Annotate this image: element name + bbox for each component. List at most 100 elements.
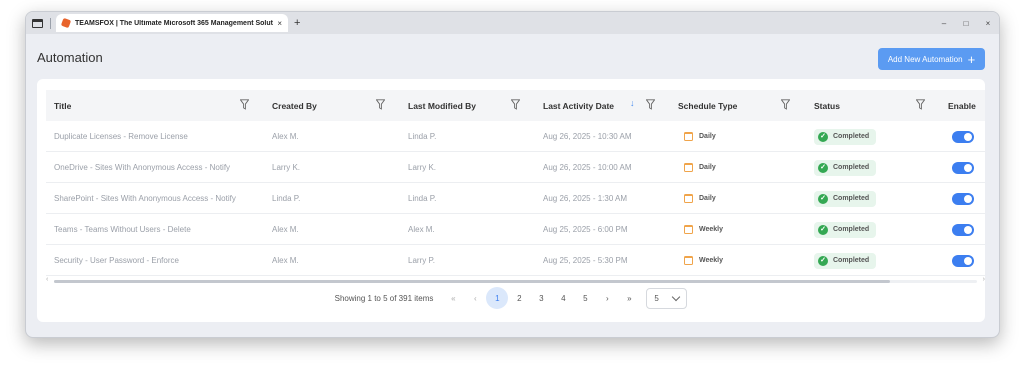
column-header-enable[interactable]: Enable: [948, 90, 976, 121]
filter-icon-schedule-type[interactable]: [781, 99, 790, 110]
table-header: Title Created By Last Modified By Last A…: [46, 90, 985, 121]
calendar-icon: [684, 225, 693, 234]
table-row[interactable]: OneDrive - Sites With Anonymous Access -…: [46, 152, 985, 183]
filter-icon-last-activity-date[interactable]: [646, 99, 655, 110]
calendar-icon: [684, 132, 693, 141]
add-button-label: Add New Automation: [887, 54, 963, 64]
calendar-icon: [684, 163, 693, 172]
cell-schedule: Daily: [684, 121, 716, 152]
schedule-label: Daily: [699, 133, 716, 140]
schedule-label: Weekly: [699, 257, 723, 264]
check-circle-icon: ✓: [818, 255, 828, 266]
filter-icon-status[interactable]: [916, 99, 925, 110]
check-circle-icon: ✓: [818, 224, 828, 235]
column-label: Enable: [948, 100, 976, 111]
calendar-icon: [684, 256, 693, 265]
column-label: Created By: [272, 100, 317, 111]
table-row[interactable]: Duplicate Licenses - Remove License Alex…: [46, 121, 985, 152]
cell-title: SharePoint - Sites With Anonymous Access…: [54, 194, 236, 203]
cell-title: Security - User Password - Enforce: [54, 256, 179, 265]
status-label: Completed: [833, 226, 870, 233]
scrollbar-thumb[interactable]: [54, 280, 890, 283]
cell-created-by: Larry K.: [272, 163, 301, 172]
cell-last-activity: Aug 25, 2025 - 6:00 PM: [543, 225, 628, 234]
scroll-left-icon[interactable]: ‹: [46, 276, 48, 283]
column-header-status[interactable]: Status: [814, 90, 840, 121]
page-button-2[interactable]: 2: [508, 287, 530, 309]
next-page-button[interactable]: ›: [596, 287, 618, 309]
last-page-button[interactable]: »: [618, 287, 640, 309]
pagination-info: Showing 1 to 5 of 391 items: [334, 293, 434, 303]
enable-toggle[interactable]: [952, 130, 974, 143]
cell-last-activity: Aug 26, 2025 - 10:00 AM: [543, 163, 632, 172]
cell-modified-by: Linda P.: [408, 194, 437, 203]
page-size-select[interactable]: 5: [646, 287, 688, 309]
browser-window: TEAMSFOX | The Ultimate Microsoft 365 Ma…: [25, 11, 1000, 338]
maximize-icon[interactable]: □: [955, 19, 977, 28]
sort-descending-icon[interactable]: ↓: [630, 98, 635, 108]
cell-status: ✓ Completed: [814, 121, 877, 152]
cell-created-by: Alex M.: [272, 256, 299, 265]
app-page: Automation Add New Automation + Title Cr…: [26, 34, 999, 337]
cell-last-activity: Aug 26, 2025 - 10:30 AM: [543, 132, 632, 141]
pagination: Showing 1 to 5 of 391 items « ‹ 1 2 3 4 …: [37, 287, 985, 309]
cell-schedule: Weekly: [684, 214, 723, 245]
window-menu-icon[interactable]: [32, 18, 43, 28]
tab-close-icon[interactable]: ×: [277, 19, 282, 28]
column-header-title[interactable]: Title: [54, 90, 71, 121]
prev-page-button[interactable]: ‹: [464, 287, 486, 309]
first-page-button[interactable]: «: [442, 287, 464, 309]
enable-toggle[interactable]: [952, 192, 974, 205]
column-label: Status: [814, 100, 840, 111]
schedule-label: Daily: [699, 164, 716, 171]
status-badge: ✓ Completed: [814, 252, 877, 269]
cell-last-activity: Aug 26, 2025 - 1:30 AM: [543, 194, 628, 203]
filter-icon-last-modified-by[interactable]: [511, 99, 520, 110]
enable-toggle[interactable]: [952, 254, 974, 267]
teamsfox-favicon-icon: [60, 17, 72, 29]
status-label: Completed: [833, 195, 870, 202]
page-button-5[interactable]: 5: [574, 287, 596, 309]
status-label: Completed: [833, 133, 870, 140]
filter-icon-created-by[interactable]: [376, 99, 385, 110]
cell-status: ✓ Completed: [814, 183, 877, 214]
schedule-label: Daily: [699, 195, 716, 202]
enable-toggle[interactable]: [952, 161, 974, 174]
chevron-down-icon: [672, 292, 681, 301]
page-button-4[interactable]: 4: [552, 287, 574, 309]
scroll-right-icon[interactable]: ›: [983, 276, 985, 283]
page-button-1[interactable]: 1: [486, 287, 509, 309]
column-label: Title: [54, 100, 72, 111]
table-row[interactable]: Security - User Password - Enforce Alex …: [46, 245, 985, 276]
page-title: Automation: [37, 50, 103, 65]
column-header-created-by[interactable]: Created By: [272, 90, 317, 121]
table-row[interactable]: Teams - Teams Without Users - Delete Ale…: [46, 214, 985, 245]
column-label: Last Activity Date: [543, 100, 615, 111]
cell-schedule: Daily: [684, 183, 716, 214]
plus-icon: +: [967, 51, 976, 67]
cell-created-by: Alex M.: [272, 225, 299, 234]
horizontal-scrollbar[interactable]: ‹ ›: [46, 276, 985, 284]
status-badge: ✓ Completed: [814, 159, 877, 176]
table-row[interactable]: SharePoint - Sites With Anonymous Access…: [46, 183, 985, 214]
enable-toggle[interactable]: [952, 223, 974, 236]
schedule-label: Weekly: [699, 226, 723, 233]
column-header-last-activity-date[interactable]: Last Activity Date: [543, 90, 614, 121]
add-new-automation-button[interactable]: Add New Automation +: [878, 48, 985, 70]
filter-icon-title[interactable]: [240, 99, 249, 110]
cell-created-by: Linda P.: [272, 194, 301, 203]
minimize-icon[interactable]: –: [933, 19, 955, 28]
status-label: Completed: [833, 164, 870, 171]
page-size-value: 5: [654, 293, 659, 303]
cell-last-activity: Aug 25, 2025 - 5:30 PM: [543, 256, 628, 265]
page-button-3[interactable]: 3: [530, 287, 552, 309]
cell-status: ✓ Completed: [814, 245, 877, 276]
column-header-schedule-type[interactable]: Schedule Type: [678, 90, 737, 121]
cell-title: Teams - Teams Without Users - Delete: [54, 225, 191, 234]
close-window-icon[interactable]: ×: [977, 19, 999, 28]
cell-status: ✓ Completed: [814, 152, 877, 183]
status-label: Completed: [833, 257, 870, 264]
new-tab-button[interactable]: +: [294, 17, 300, 29]
browser-tab-active[interactable]: TEAMSFOX | The Ultimate Microsoft 365 Ma…: [56, 14, 288, 32]
column-header-last-modified-by[interactable]: Last Modified By: [408, 90, 476, 121]
